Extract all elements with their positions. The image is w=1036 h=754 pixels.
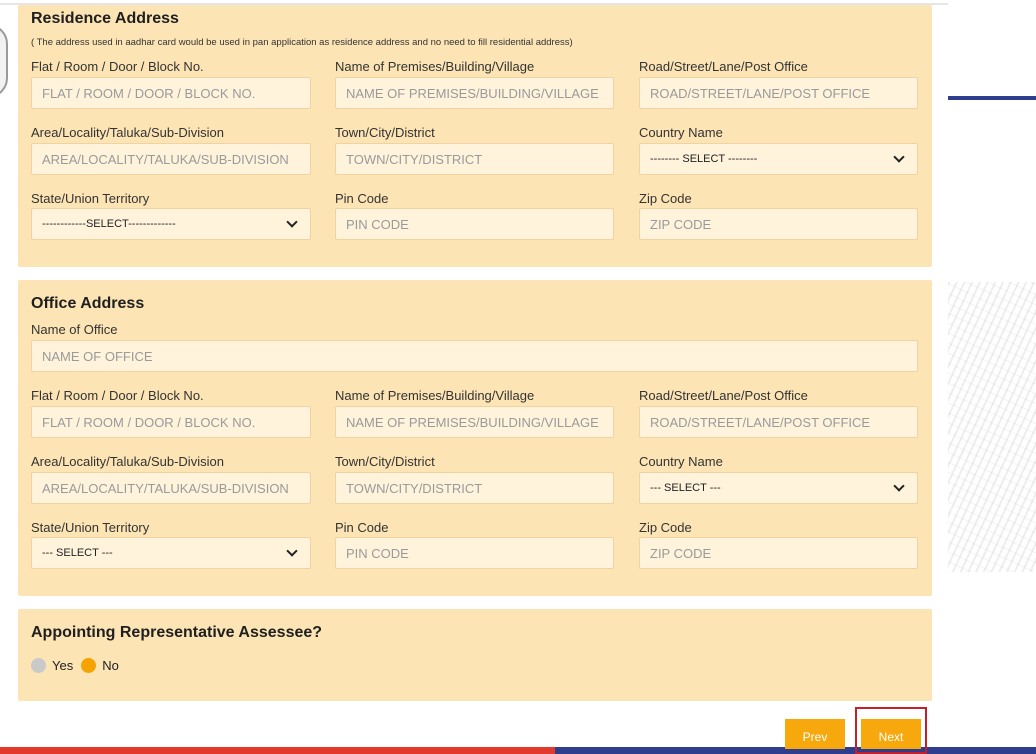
res-area-input[interactable]: [31, 143, 311, 175]
res-pin-label: Pin Code: [335, 191, 389, 206]
chevron-down-icon: [286, 545, 298, 557]
res-premises-label: Name of Premises/Building/Village: [335, 59, 535, 74]
chevron-down-icon: [286, 216, 298, 228]
office-road-label: Road/Street/Lane/Post Office: [639, 388, 808, 403]
office-country-label: Country Name: [639, 454, 723, 469]
office-state-label: State/Union Territory: [31, 520, 150, 535]
res-premises-input[interactable]: [335, 77, 614, 109]
res-country-value: -------- SELECT --------: [650, 153, 758, 165]
header-accent-line: [948, 96, 1036, 100]
res-state-value: ------------SELECT-------------: [42, 218, 176, 230]
res-country-label: Country Name: [639, 125, 723, 140]
office-state-select[interactable]: --- SELECT ---: [31, 537, 311, 569]
res-flat-input[interactable]: [31, 77, 311, 109]
office-country-value: --- SELECT ---: [650, 482, 721, 494]
office-flat-input[interactable]: [31, 406, 311, 438]
office-zip-input[interactable]: [639, 537, 918, 569]
office-name-input[interactable]: [31, 340, 918, 372]
office-town-input[interactable]: [335, 472, 614, 504]
office-zip-label: Zip Code: [639, 520, 692, 535]
representative-section: Appointing Representative Assessee? Yes …: [18, 609, 932, 701]
office-country-select[interactable]: --- SELECT ---: [639, 472, 918, 504]
office-address-section: Office Address Name of Office Flat / Roo…: [18, 280, 932, 596]
res-road-input[interactable]: [639, 77, 918, 109]
radio-yes-label: Yes: [52, 658, 74, 673]
res-flat-label: Flat / Room / Door / Block No.: [31, 59, 204, 74]
radio-no[interactable]: [81, 658, 97, 673]
representative-radio-group: Yes No: [31, 658, 119, 673]
res-state-label: State/Union Territory: [31, 191, 150, 206]
radio-no-label: No: [102, 658, 119, 673]
residence-note: ( The address used in aadhar card would …: [31, 37, 573, 48]
res-state-select[interactable]: ------------SELECT-------------: [31, 208, 311, 240]
radio-yes[interactable]: [31, 658, 46, 673]
office-flat-label: Flat / Room / Door / Block No.: [31, 388, 204, 403]
res-area-label: Area/Locality/Taluka/Sub-Division: [31, 125, 224, 140]
res-country-select[interactable]: -------- SELECT --------: [639, 143, 918, 175]
background-sketch-image: [948, 282, 1036, 572]
res-road-label: Road/Street/Lane/Post Office: [639, 59, 808, 74]
chevron-down-icon: [893, 480, 905, 492]
res-zip-label: Zip Code: [639, 191, 692, 206]
office-town-label: Town/City/District: [335, 454, 435, 469]
office-area-input[interactable]: [31, 472, 311, 504]
office-premises-input[interactable]: [335, 406, 614, 438]
footer-bar-red: [0, 747, 555, 754]
office-name-label: Name of Office: [31, 322, 118, 337]
res-pin-input[interactable]: [335, 208, 614, 240]
emblem-logo: [0, 24, 8, 98]
office-pin-label: Pin Code: [335, 520, 389, 535]
representative-title: Appointing Representative Assessee?: [31, 624, 323, 641]
office-pin-input[interactable]: [335, 537, 614, 569]
office-state-value: --- SELECT ---: [42, 547, 113, 559]
chevron-down-icon: [893, 151, 905, 163]
res-zip-input[interactable]: [639, 208, 918, 240]
res-town-label: Town/City/District: [335, 125, 435, 140]
res-town-input[interactable]: [335, 143, 614, 175]
residence-address-section: Residence Address ( The address used in …: [18, 5, 932, 267]
office-premises-label: Name of Premises/Building/Village: [335, 388, 535, 403]
office-section-title: Office Address: [31, 295, 145, 312]
office-road-input[interactable]: [639, 406, 918, 438]
residence-section-title: Residence Address: [31, 10, 179, 27]
next-button[interactable]: Next: [861, 719, 921, 749]
prev-button[interactable]: Prev: [785, 719, 845, 749]
office-area-label: Area/Locality/Taluka/Sub-Division: [31, 454, 224, 469]
